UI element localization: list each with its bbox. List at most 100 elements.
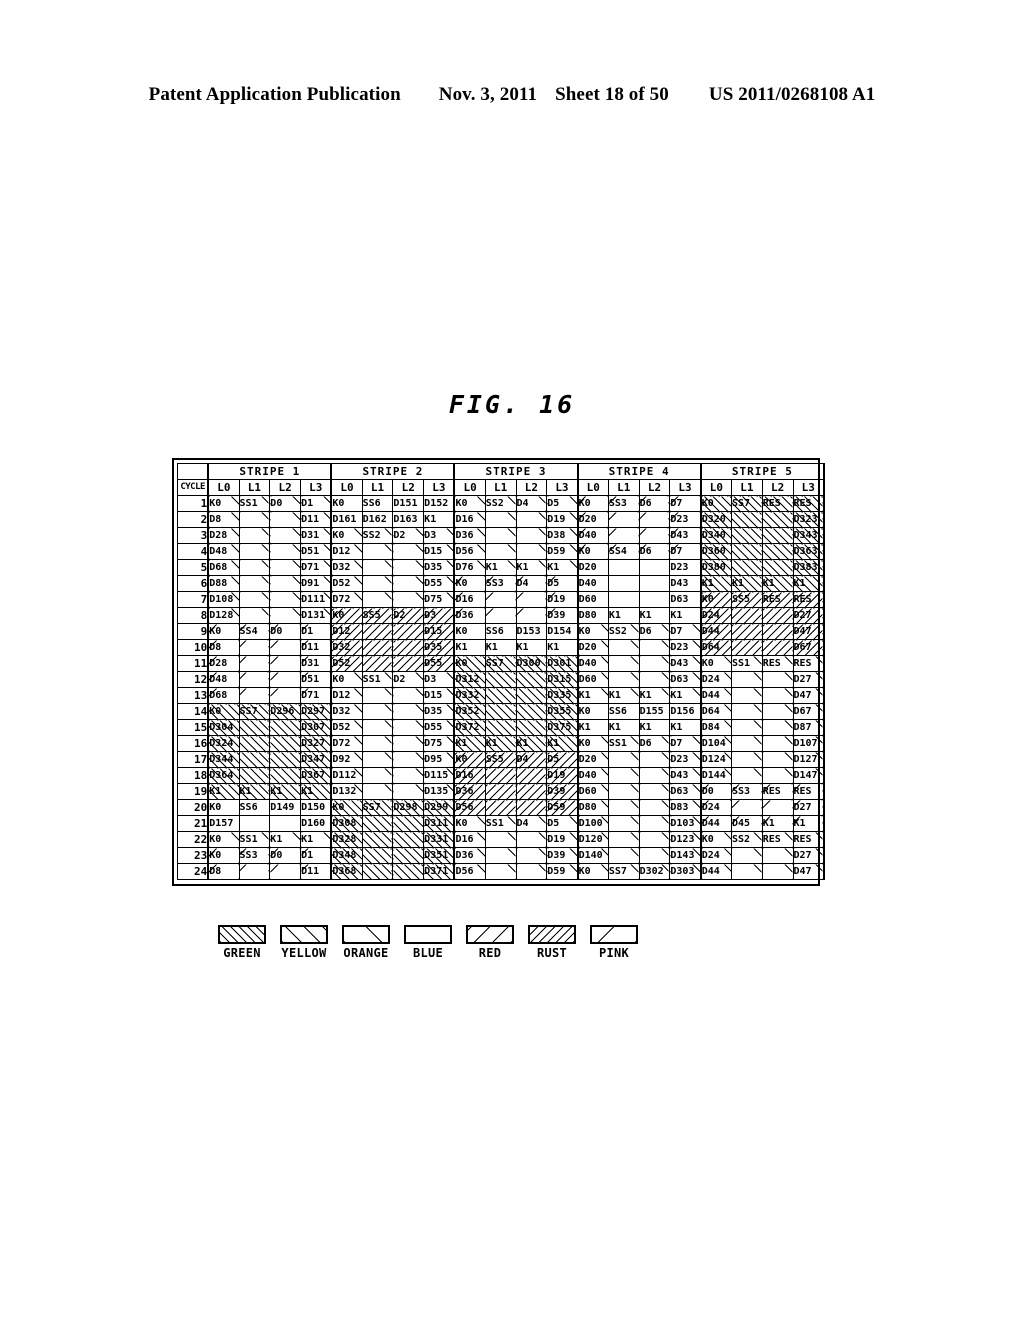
legend-swatch-blue bbox=[404, 925, 452, 944]
cell-label: D2 bbox=[393, 609, 406, 621]
cycle-number: 5 bbox=[177, 559, 209, 576]
cell-c8-s2-l2: D2 bbox=[392, 607, 425, 624]
cell-label: D344 bbox=[209, 753, 234, 765]
cell-c24-s4-l1: SS7 bbox=[607, 863, 640, 880]
cell-c10-s5-l3: D67 bbox=[792, 639, 825, 656]
cell-c14-s4-l3: D156 bbox=[669, 703, 702, 720]
cycle-number: 7 bbox=[177, 591, 209, 608]
cell-label: D52 bbox=[332, 657, 351, 669]
cell-c17-s3-l0: K0 bbox=[453, 751, 486, 768]
cell-c2-s1-l0: D8 bbox=[207, 511, 240, 528]
cell-c23-s5-l0: D24 bbox=[699, 847, 732, 864]
cell-c14-s3-l3: D355 bbox=[546, 703, 579, 720]
lane-header-s1-l2: L2 bbox=[269, 479, 302, 496]
cell-label: D43 bbox=[670, 657, 689, 669]
cell-label: K1 bbox=[455, 737, 468, 749]
cell-c10-s3-l3: K1 bbox=[546, 639, 579, 656]
cell-label: D32 bbox=[332, 641, 351, 653]
legend-swatch-red bbox=[466, 925, 514, 944]
cell-label: D298 bbox=[393, 801, 418, 813]
cell-label: RES bbox=[762, 785, 781, 797]
cell-label: D48 bbox=[209, 673, 228, 685]
cell-c3-s2-l2: D2 bbox=[392, 527, 425, 544]
cell-c5-s3-l3: K1 bbox=[546, 559, 579, 576]
cell-label: SS1 bbox=[731, 657, 751, 669]
cell-c7-s4-l1 bbox=[607, 591, 640, 608]
cell-label: D323 bbox=[793, 513, 818, 525]
cell-c14-s2-l0: D32 bbox=[330, 703, 363, 720]
cell-label: D320 bbox=[701, 513, 726, 525]
cell-label: D5 bbox=[547, 497, 560, 509]
cell-c22-s3-l0: D16 bbox=[453, 831, 486, 848]
cell-c3-s2-l0: K0 bbox=[330, 527, 363, 544]
cell-label: D23 bbox=[670, 641, 689, 653]
cell-c21-s1-l0: D157 bbox=[207, 815, 240, 832]
cell-label: D299 bbox=[424, 801, 449, 813]
legend-label: RUST bbox=[536, 946, 568, 960]
cell-label: D32 bbox=[332, 705, 351, 717]
cycle-stripe-table: STRIPE 1 STRIPE 2 STRIPE 3 STRIPE 4 STRI… bbox=[177, 463, 826, 880]
cell-c15-s1-l1 bbox=[238, 719, 271, 736]
cell-c20-s3-l3: D59 bbox=[546, 799, 579, 816]
cell-c19-s1-l2: K1 bbox=[269, 783, 302, 800]
cell-c23-s2-l1 bbox=[361, 847, 394, 864]
cell-c21-s1-l2 bbox=[269, 815, 302, 832]
cell-c3-s2-l1: SS2 bbox=[361, 527, 394, 544]
cell-label: D123 bbox=[670, 833, 695, 845]
cell-c13-s3-l1 bbox=[484, 687, 517, 704]
cell-c21-s4-l2 bbox=[638, 815, 671, 832]
cell-c4-s5-l0: D360 bbox=[699, 543, 732, 560]
cell-c22-s1-l2: K1 bbox=[269, 831, 302, 848]
cell-label: D24 bbox=[701, 801, 720, 813]
cell-label: RES bbox=[793, 593, 812, 605]
cell-c4-s2-l2 bbox=[392, 543, 425, 560]
cell-c8-s1-l1 bbox=[238, 607, 271, 624]
cell-label: D315 bbox=[547, 673, 572, 685]
legend-label: RED bbox=[478, 946, 502, 960]
legend-swatch-pink bbox=[590, 925, 638, 944]
cell-c22-s4-l2 bbox=[638, 831, 671, 848]
cell-c23-s4-l3: D143 bbox=[669, 847, 702, 864]
legend-swatch-orange bbox=[342, 925, 390, 944]
table-row: 4 D48 D51 D12 D15 D56 D59 K0 SS4 D6 D7 D360 D363 bbox=[177, 543, 825, 560]
cell-label: K1 bbox=[455, 641, 468, 653]
cell-label: RES bbox=[793, 833, 812, 845]
cell-c8-s4-l2: K1 bbox=[638, 607, 671, 624]
cell-c18-s2-l0: D112 bbox=[330, 767, 363, 784]
lane-header-s4-l3: L3 bbox=[669, 479, 702, 496]
lane-header-s2-l1: L1 bbox=[361, 479, 394, 496]
cell-c11-s2-l1 bbox=[361, 655, 394, 672]
cell-c24-s1-l0: D8 bbox=[207, 863, 240, 880]
cell-c17-s4-l3: D23 bbox=[669, 751, 702, 768]
cell-label: RES bbox=[762, 833, 781, 845]
cell-c8-s1-l3: D131 bbox=[300, 607, 332, 624]
cell-c20-s2-l1: SS7 bbox=[361, 799, 394, 816]
cell-label: SS3 bbox=[608, 497, 627, 509]
stripe-header-4: STRIPE 4 bbox=[576, 463, 702, 480]
lane-header-s1-l3: L3 bbox=[300, 479, 332, 496]
publication-date: Nov. 3, 2011 bbox=[438, 84, 538, 105]
cell-label: D20 bbox=[578, 753, 597, 765]
cell-c16-s2-l2 bbox=[392, 735, 425, 752]
cell-c1-s3-l3: D5 bbox=[546, 495, 579, 512]
table-row: 23 K0 SS3 D0 D1 D348 D351 D36 D39 D140 D143 D24 D27 bbox=[177, 847, 825, 864]
cell-c17-s1-l3: D347 bbox=[300, 751, 332, 768]
cell-label: K0 bbox=[455, 753, 468, 765]
legend-item-yellow: YELLOW bbox=[280, 925, 328, 960]
cell-label: SS1 bbox=[485, 817, 504, 829]
cell-c14-s5-l3: D67 bbox=[792, 703, 825, 720]
cell-label: D135 bbox=[424, 785, 449, 797]
cell-label: D363 bbox=[793, 545, 818, 557]
cell-label: D120 bbox=[578, 833, 603, 845]
cell-c13-s4-l1: K1 bbox=[607, 687, 640, 704]
cell-label: K1 bbox=[270, 785, 283, 797]
table-row: 14 K0 SS7 D296 D297 D32 D35 D352 D355 K0 SS6 D155 D1… bbox=[177, 703, 825, 720]
sheet-number: Sheet 18 of 50 bbox=[555, 84, 669, 105]
cell-c7-s5-l2: RES bbox=[761, 591, 794, 608]
cell-label: K0 bbox=[209, 801, 222, 813]
cell-c21-s1-l3: D160 bbox=[300, 815, 332, 832]
cell-c23-s5-l2 bbox=[761, 847, 794, 864]
cell-label: K0 bbox=[701, 657, 714, 669]
cell-c10-s1-l2 bbox=[269, 639, 302, 656]
stripe-header-row: STRIPE 1 STRIPE 2 STRIPE 3 STRIPE 4 STRI… bbox=[177, 463, 826, 480]
